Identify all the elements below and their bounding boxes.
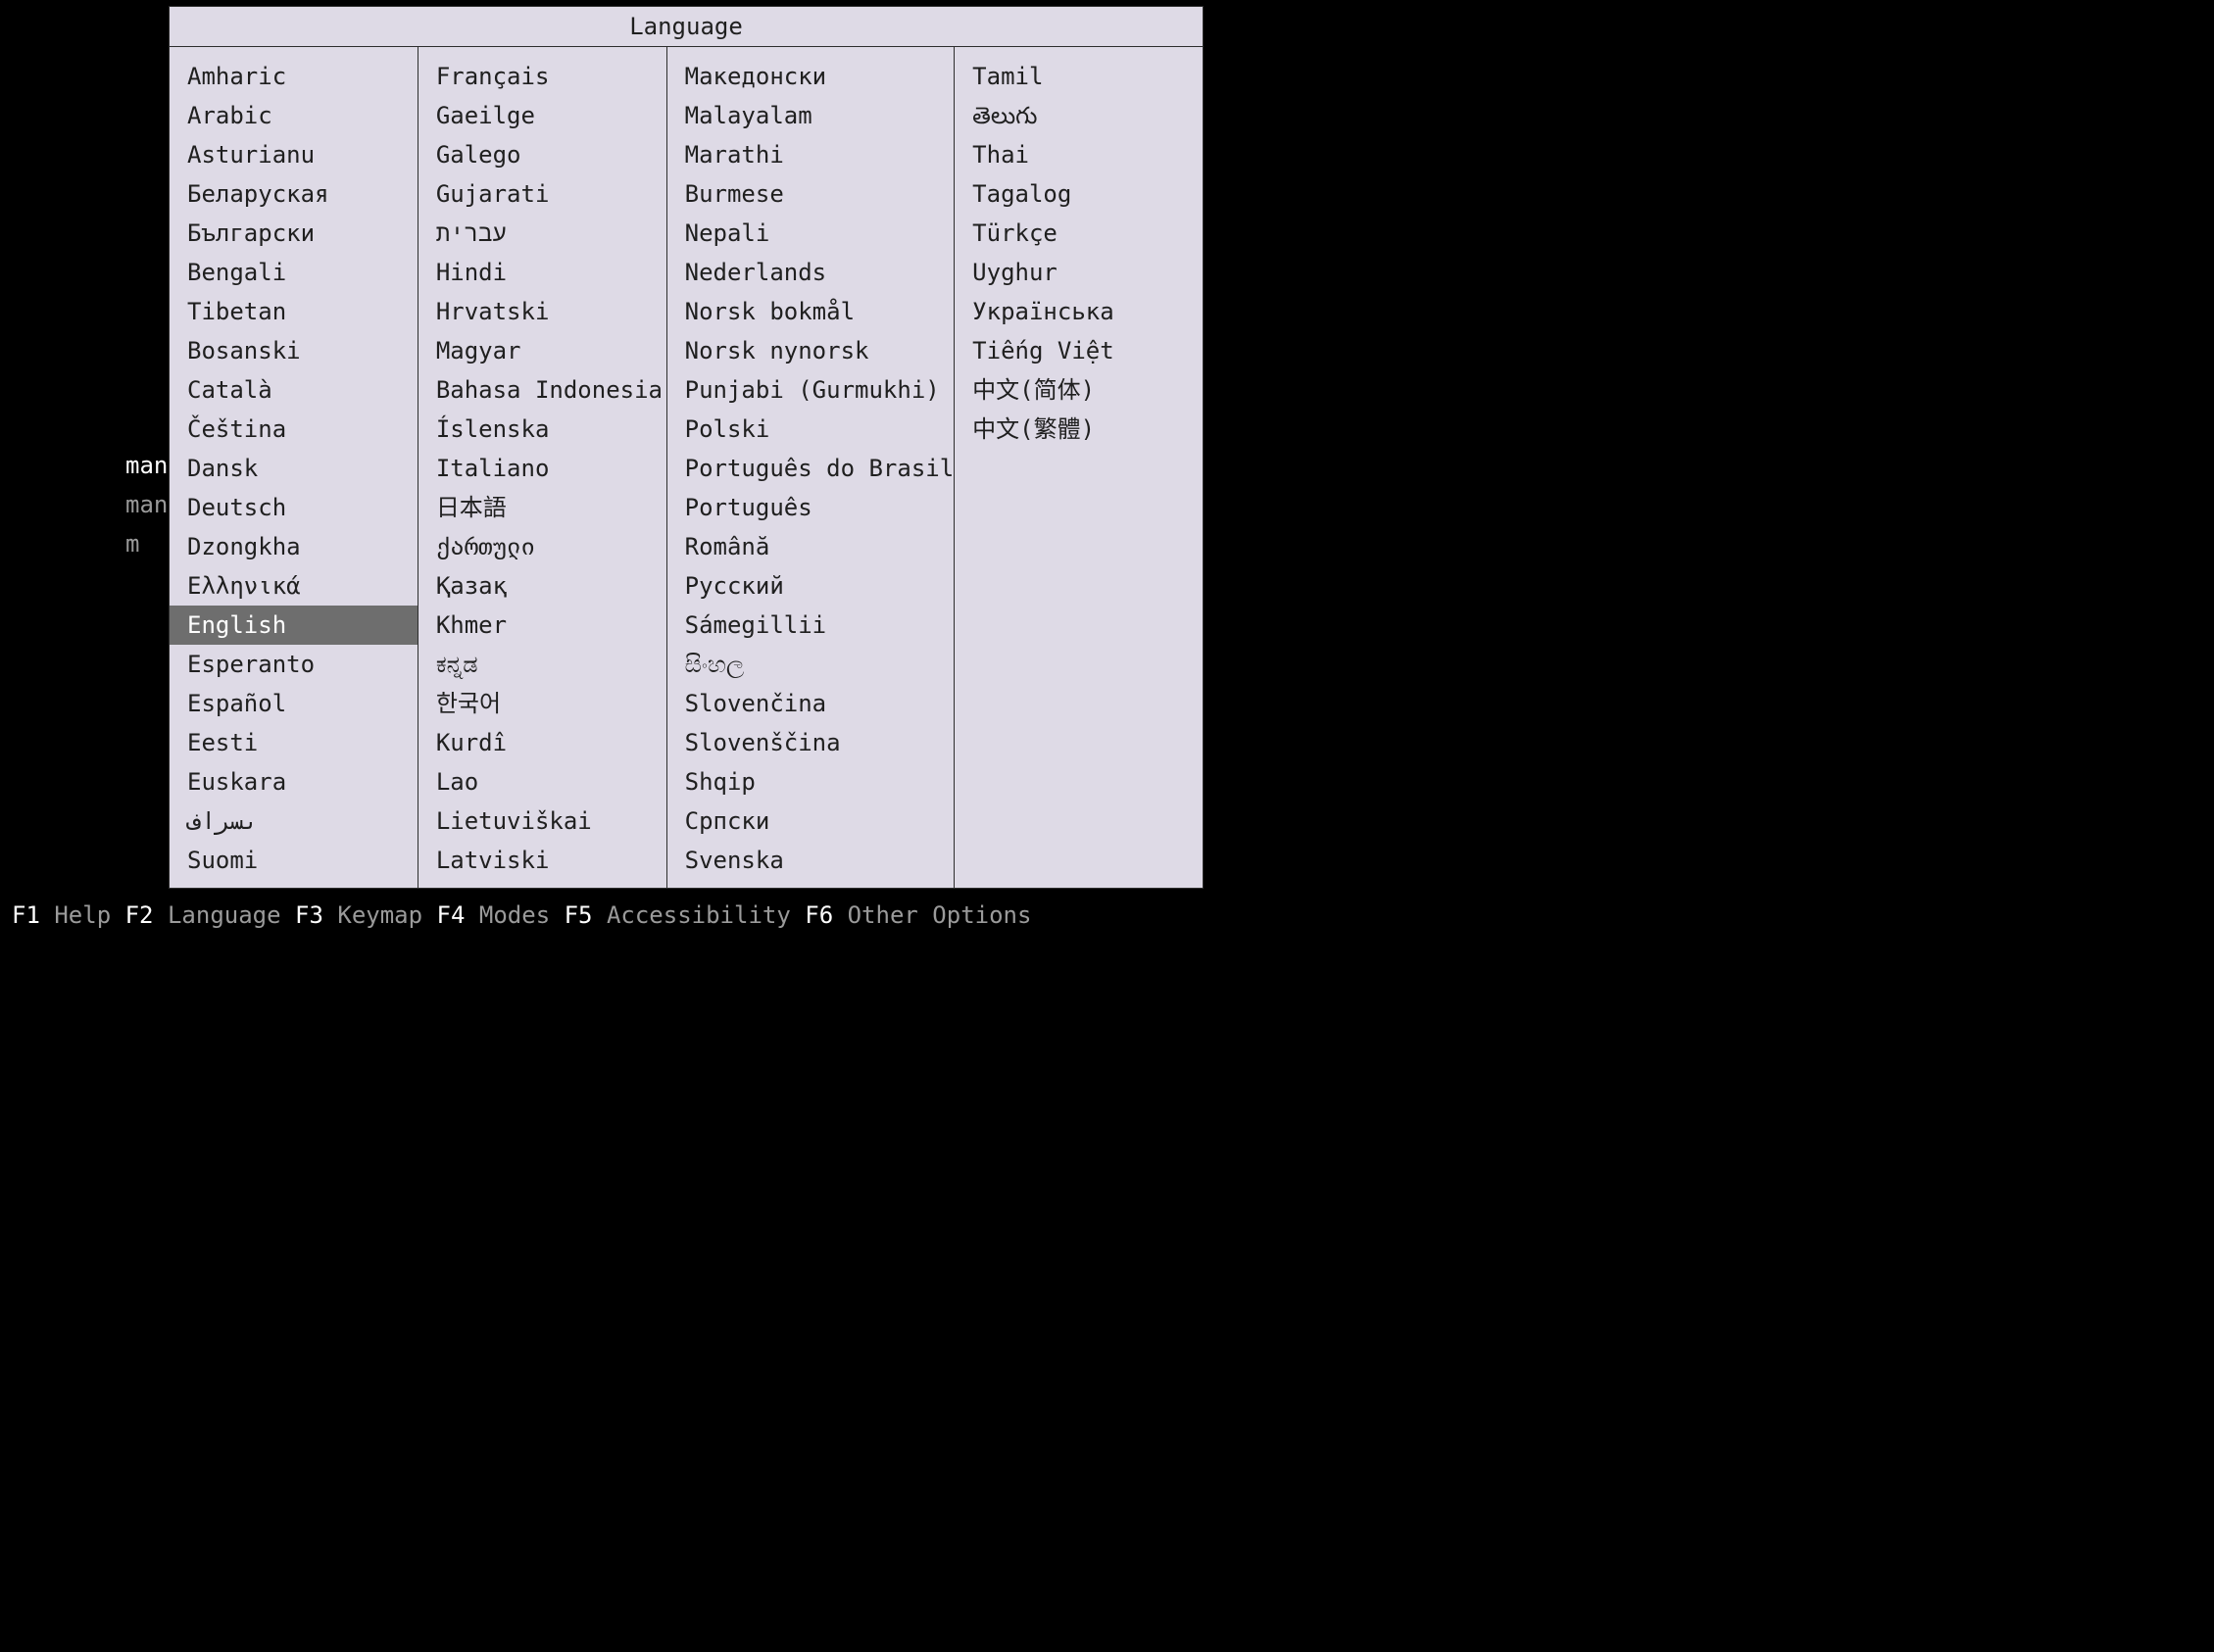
language-option[interactable]: Српски xyxy=(667,802,955,841)
language-option[interactable]: Arabic xyxy=(170,96,418,135)
language-option[interactable]: ىسراف xyxy=(170,802,418,841)
background-menu-left: manmanm xyxy=(125,446,168,563)
language-option[interactable]: Tamil xyxy=(955,57,1203,96)
hotkey-label: Modes xyxy=(479,901,550,929)
language-option[interactable]: Türkçe xyxy=(955,214,1203,253)
language-option[interactable]: Magyar xyxy=(418,331,666,370)
language-option[interactable]: Lietuviškai xyxy=(418,802,666,841)
language-option[interactable]: Malayalam xyxy=(667,96,955,135)
language-option[interactable]: Bosanski xyxy=(170,331,418,370)
language-option[interactable]: English xyxy=(170,606,418,645)
language-option[interactable]: Esperanto xyxy=(170,645,418,684)
language-option[interactable]: Gaeilge xyxy=(418,96,666,135)
language-option[interactable]: 한국어 xyxy=(418,684,666,723)
language-option[interactable]: ქართული xyxy=(418,527,666,566)
language-option[interactable]: Беларуская xyxy=(170,174,418,214)
hotkey-f4[interactable]: F4 xyxy=(437,901,466,929)
hotkey-f2[interactable]: F2 xyxy=(125,901,154,929)
language-option[interactable]: Burmese xyxy=(667,174,955,214)
language-option[interactable]: Português xyxy=(667,488,955,527)
language-column: AmharicArabicAsturianuБеларускаяБългарск… xyxy=(170,47,418,888)
hotkey-f6[interactable]: F6 xyxy=(805,901,833,929)
language-dialog: Language AmharicArabicAsturianuБеларуска… xyxy=(169,6,1204,889)
language-option[interactable]: 日本語 xyxy=(418,488,666,527)
language-option[interactable]: Hindi xyxy=(418,253,666,292)
language-option[interactable]: Asturianu xyxy=(170,135,418,174)
language-option[interactable]: Română xyxy=(667,527,955,566)
hotkey-label: Help xyxy=(54,901,111,929)
language-option[interactable]: Bahasa Indonesia xyxy=(418,370,666,410)
language-option[interactable]: Norsk bokmål xyxy=(667,292,955,331)
language-column: МакедонскиMalayalamMarathiBurmeseNepaliN… xyxy=(667,47,956,888)
language-option[interactable]: Қазақ xyxy=(418,566,666,606)
hotkey-f5[interactable]: F5 xyxy=(565,901,593,929)
language-option[interactable]: Lao xyxy=(418,762,666,802)
language-option[interactable]: Marathi xyxy=(667,135,955,174)
boot-screen: manmanm B STORAGEGB STORAGETORAGE STORAG… xyxy=(0,0,1255,936)
language-option[interactable]: עברית xyxy=(418,214,666,253)
language-option[interactable]: 中文(简体) xyxy=(955,370,1203,410)
language-column: TamilతెలుగుThaiTagalogTürkçeUyghurУкраїн… xyxy=(955,47,1203,888)
language-option[interactable]: Українська xyxy=(955,292,1203,331)
language-option[interactable]: Hrvatski xyxy=(418,292,666,331)
language-option[interactable]: Dansk xyxy=(170,449,418,488)
language-option[interactable]: Eesti xyxy=(170,723,418,762)
language-option[interactable]: Amharic xyxy=(170,57,418,96)
footer-hotkeys: F1 Help F2 Language F3 Keymap F4 Modes F… xyxy=(12,899,1243,932)
language-option[interactable]: Suomi xyxy=(170,841,418,880)
language-option[interactable]: Tibetan xyxy=(170,292,418,331)
language-option[interactable]: తెలుగు xyxy=(955,96,1203,135)
language-option[interactable]: Български xyxy=(170,214,418,253)
language-option[interactable]: ಕನ್ನಡ xyxy=(418,645,666,684)
language-option[interactable]: Русский xyxy=(667,566,955,606)
language-dialog-title: Language xyxy=(170,7,1203,47)
language-option[interactable]: Македонски xyxy=(667,57,955,96)
language-option[interactable]: Tagalog xyxy=(955,174,1203,214)
hotkey-label: Accessibility xyxy=(607,901,791,929)
language-option[interactable]: Gujarati xyxy=(418,174,666,214)
language-option[interactable]: Čeština xyxy=(170,410,418,449)
language-option[interactable]: Euskara xyxy=(170,762,418,802)
language-option[interactable]: Nederlands xyxy=(667,253,955,292)
hotkey-f1[interactable]: F1 xyxy=(12,901,40,929)
language-option[interactable]: Italiano xyxy=(418,449,666,488)
language-option[interactable]: Slovenščina xyxy=(667,723,955,762)
hotkey-f3[interactable]: F3 xyxy=(295,901,323,929)
hotkey-label: Language xyxy=(168,901,281,929)
language-option[interactable]: Nepali xyxy=(667,214,955,253)
language-option[interactable]: Português do Brasil xyxy=(667,449,955,488)
language-option[interactable]: Deutsch xyxy=(170,488,418,527)
language-grid: AmharicArabicAsturianuБеларускаяБългарск… xyxy=(170,47,1203,888)
language-option[interactable]: Polski xyxy=(667,410,955,449)
language-option[interactable]: Français xyxy=(418,57,666,96)
language-option[interactable]: Ελληνικά xyxy=(170,566,418,606)
language-option[interactable]: 中文(繁體) xyxy=(955,410,1203,449)
language-option[interactable]: Slovenčina xyxy=(667,684,955,723)
language-column: FrançaisGaeilgeGalegoGujaratiעבריתHindiH… xyxy=(418,47,667,888)
hotkey-label: Keymap xyxy=(337,901,422,929)
language-option[interactable]: Norsk nynorsk xyxy=(667,331,955,370)
hotkey-label: Other Options xyxy=(848,901,1032,929)
language-option[interactable]: Dzongkha xyxy=(170,527,418,566)
language-option[interactable]: Español xyxy=(170,684,418,723)
language-option[interactable]: Bengali xyxy=(170,253,418,292)
language-option[interactable]: Kurdî xyxy=(418,723,666,762)
language-option[interactable]: Thai xyxy=(955,135,1203,174)
language-option[interactable]: Punjabi (Gurmukhi) xyxy=(667,370,955,410)
language-option[interactable]: Svenska xyxy=(667,841,955,880)
language-option[interactable]: Shqip xyxy=(667,762,955,802)
language-option[interactable]: Sámegillii xyxy=(667,606,955,645)
language-option[interactable]: Tiếng Việt xyxy=(955,331,1203,370)
language-option[interactable]: Latviski xyxy=(418,841,666,880)
language-option[interactable]: Khmer xyxy=(418,606,666,645)
language-option[interactable]: Català xyxy=(170,370,418,410)
language-option[interactable]: Íslenska xyxy=(418,410,666,449)
language-option[interactable]: සිංහල xyxy=(667,645,955,684)
language-option[interactable]: Uyghur xyxy=(955,253,1203,292)
language-option[interactable]: Galego xyxy=(418,135,666,174)
